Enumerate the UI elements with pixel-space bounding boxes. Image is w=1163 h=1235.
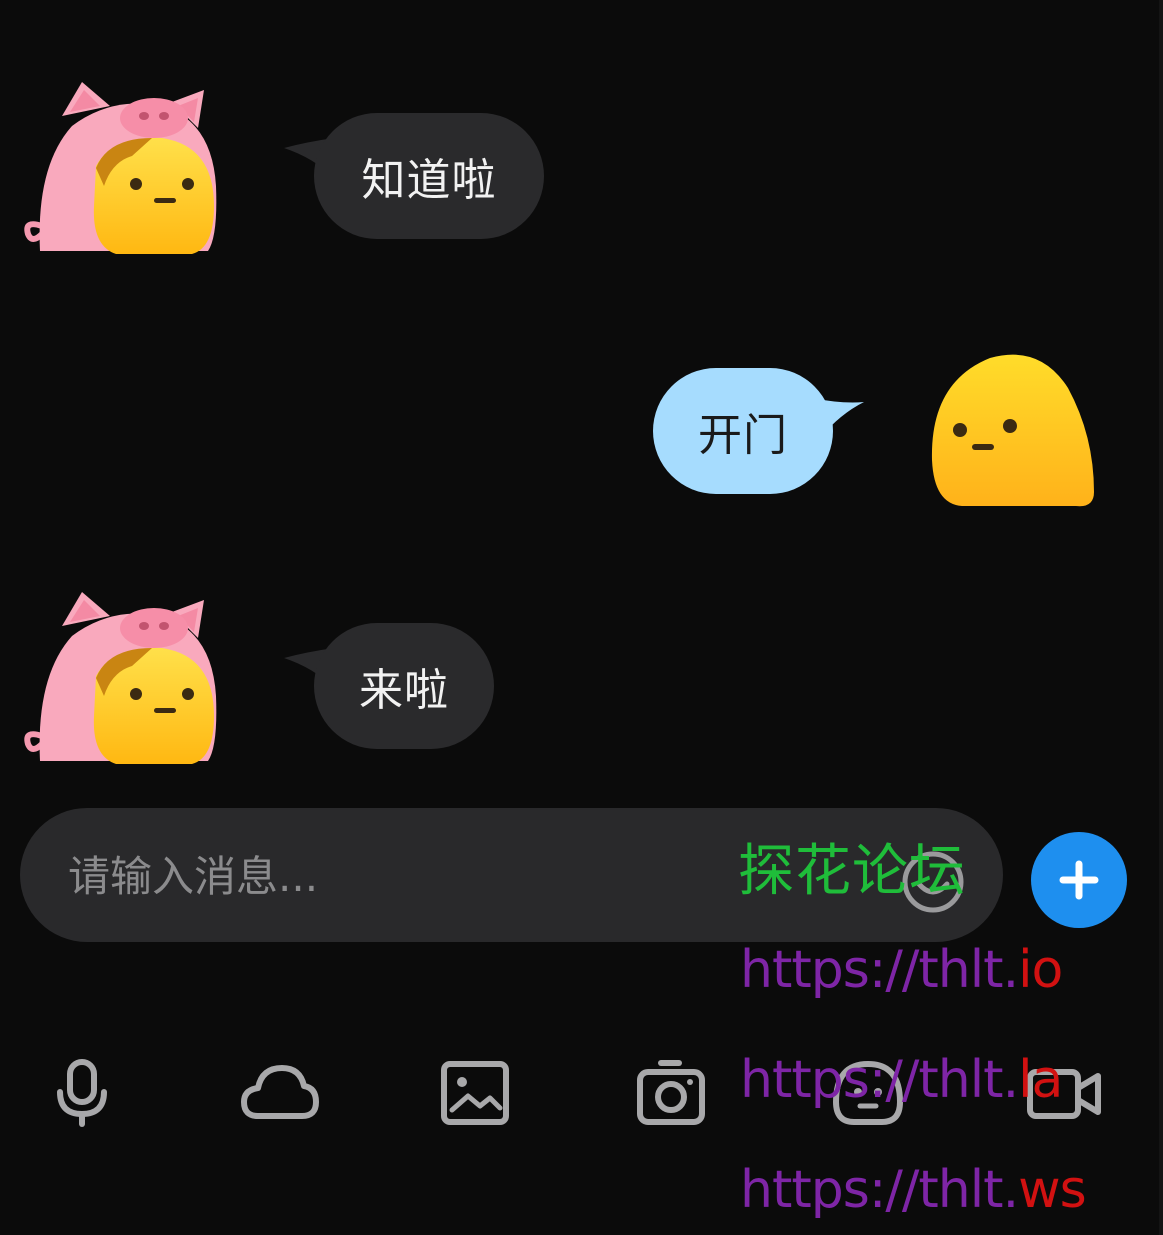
- watermark-forum-name: 探花论坛: [738, 839, 966, 904]
- watermark-url-tld: ws: [1018, 1160, 1087, 1220]
- message-text: 知道啦: [361, 155, 497, 206]
- watermark-url-tld: la: [1018, 1050, 1063, 1110]
- watermark-url-main: https://thlt.: [740, 1050, 1019, 1110]
- watermark-url-main: https://thlt.: [740, 940, 1019, 1000]
- cloud-icon[interactable]: [240, 1058, 320, 1128]
- camera-icon[interactable]: [634, 1058, 710, 1128]
- message-text: 来啦: [359, 665, 449, 716]
- plus-icon[interactable]: [1031, 832, 1127, 928]
- watermark-url: https://thlt.la: [740, 1050, 1063, 1110]
- microphone-icon[interactable]: [44, 1058, 120, 1128]
- watermark-url: https://thlt.ws: [740, 1160, 1087, 1220]
- watermark-url-tld: io: [1018, 940, 1063, 1000]
- watermark-url-main: https://thlt.: [740, 1160, 1019, 1220]
- message-bubble-incoming[interactable]: 知道啦: [314, 113, 544, 239]
- yellow-blob-avatar-icon[interactable]: [928, 352, 1098, 512]
- bubble-tail: [812, 398, 864, 438]
- pig-hood-avatar-icon[interactable]: [12, 76, 218, 256]
- message-bubble-outgoing[interactable]: 开门: [653, 368, 833, 494]
- message-text: 开门: [698, 410, 788, 461]
- screen-edge: [1159, 0, 1163, 1235]
- pig-hood-avatar-icon[interactable]: [12, 586, 218, 766]
- watermark-url: https://thlt.io: [740, 940, 1063, 1000]
- message-input[interactable]: [66, 844, 710, 908]
- image-icon[interactable]: [438, 1058, 514, 1128]
- message-bubble-incoming[interactable]: 来啦: [314, 623, 494, 749]
